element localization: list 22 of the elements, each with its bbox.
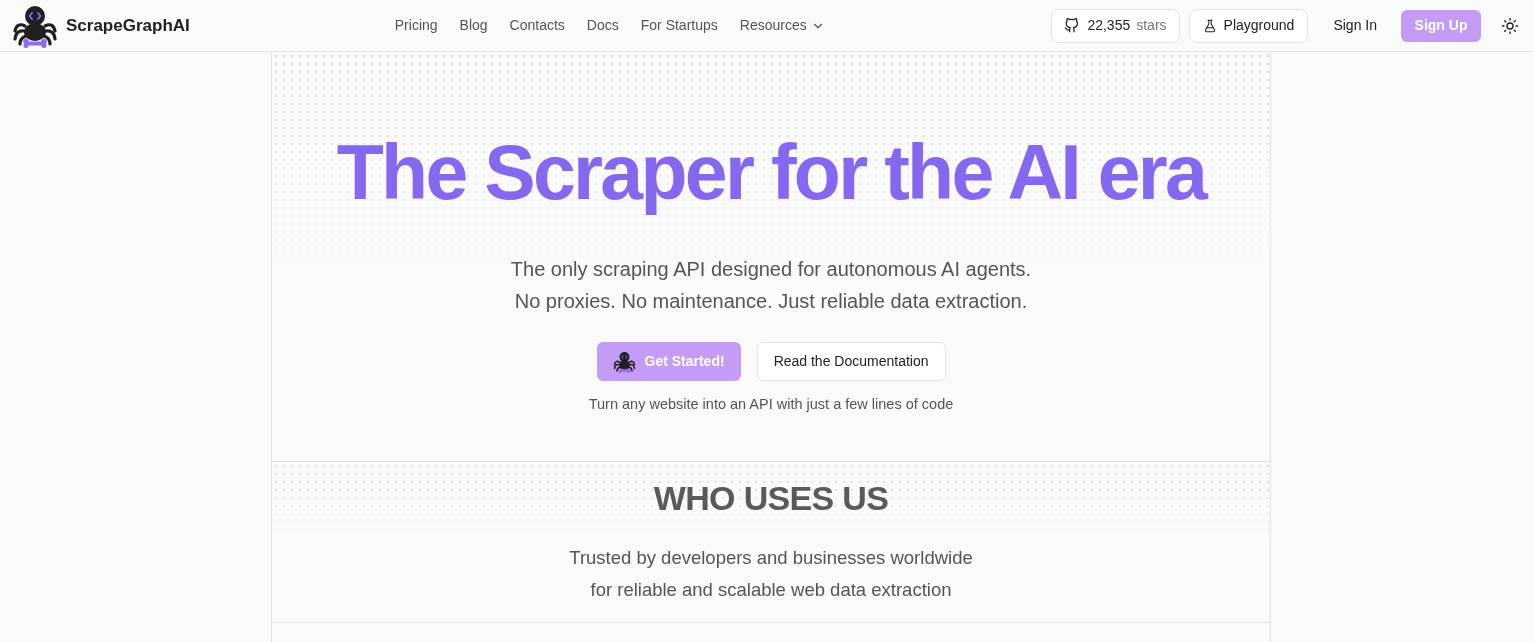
nav-link[interactable]: Pricing — [394, 15, 438, 36]
brand-name: ScrapeGraphAI — [66, 14, 190, 37]
nav-link[interactable]: Blog — [459, 15, 488, 36]
section-title: WHO USES US — [653, 478, 889, 518]
nav-link[interactable]: Docs — [586, 15, 619, 36]
section-description: Trusted by developers and businesses worldwide for reliable and scalable web data extraction — [569, 546, 973, 602]
github-stars-button[interactable]: 22,355 stars — [1051, 8, 1180, 43]
hero-subtitle: The only scraping API designed for autonomous AI agents. No proxies. No maintenance. Just reliable data extraction. — [510, 257, 1032, 314]
nav-link[interactable]: Contacts — [509, 15, 565, 36]
sun-icon — [1501, 16, 1519, 35]
sign-in-link[interactable]: Sign In — [1319, 8, 1391, 43]
github-icon — [1064, 18, 1080, 33]
spider-logo-icon — [12, 3, 58, 48]
playground-button[interactable]: Playground — [1188, 8, 1309, 43]
brand-logo-link[interactable]: ScrapeGraphAI — [12, 3, 190, 48]
documentation-button[interactable]: Read the Documentation — [756, 342, 946, 381]
hero-title: The Scraper for the AI era — [336, 130, 1206, 214]
nav-link[interactable]: For Startups — [640, 15, 718, 36]
nav-dropdown[interactable]: Resources — [739, 15, 825, 36]
hero-caption: Turn any website into an API with just a few lines of code — [588, 395, 954, 414]
flask-icon — [1202, 18, 1217, 33]
spider-icon — [612, 350, 636, 373]
